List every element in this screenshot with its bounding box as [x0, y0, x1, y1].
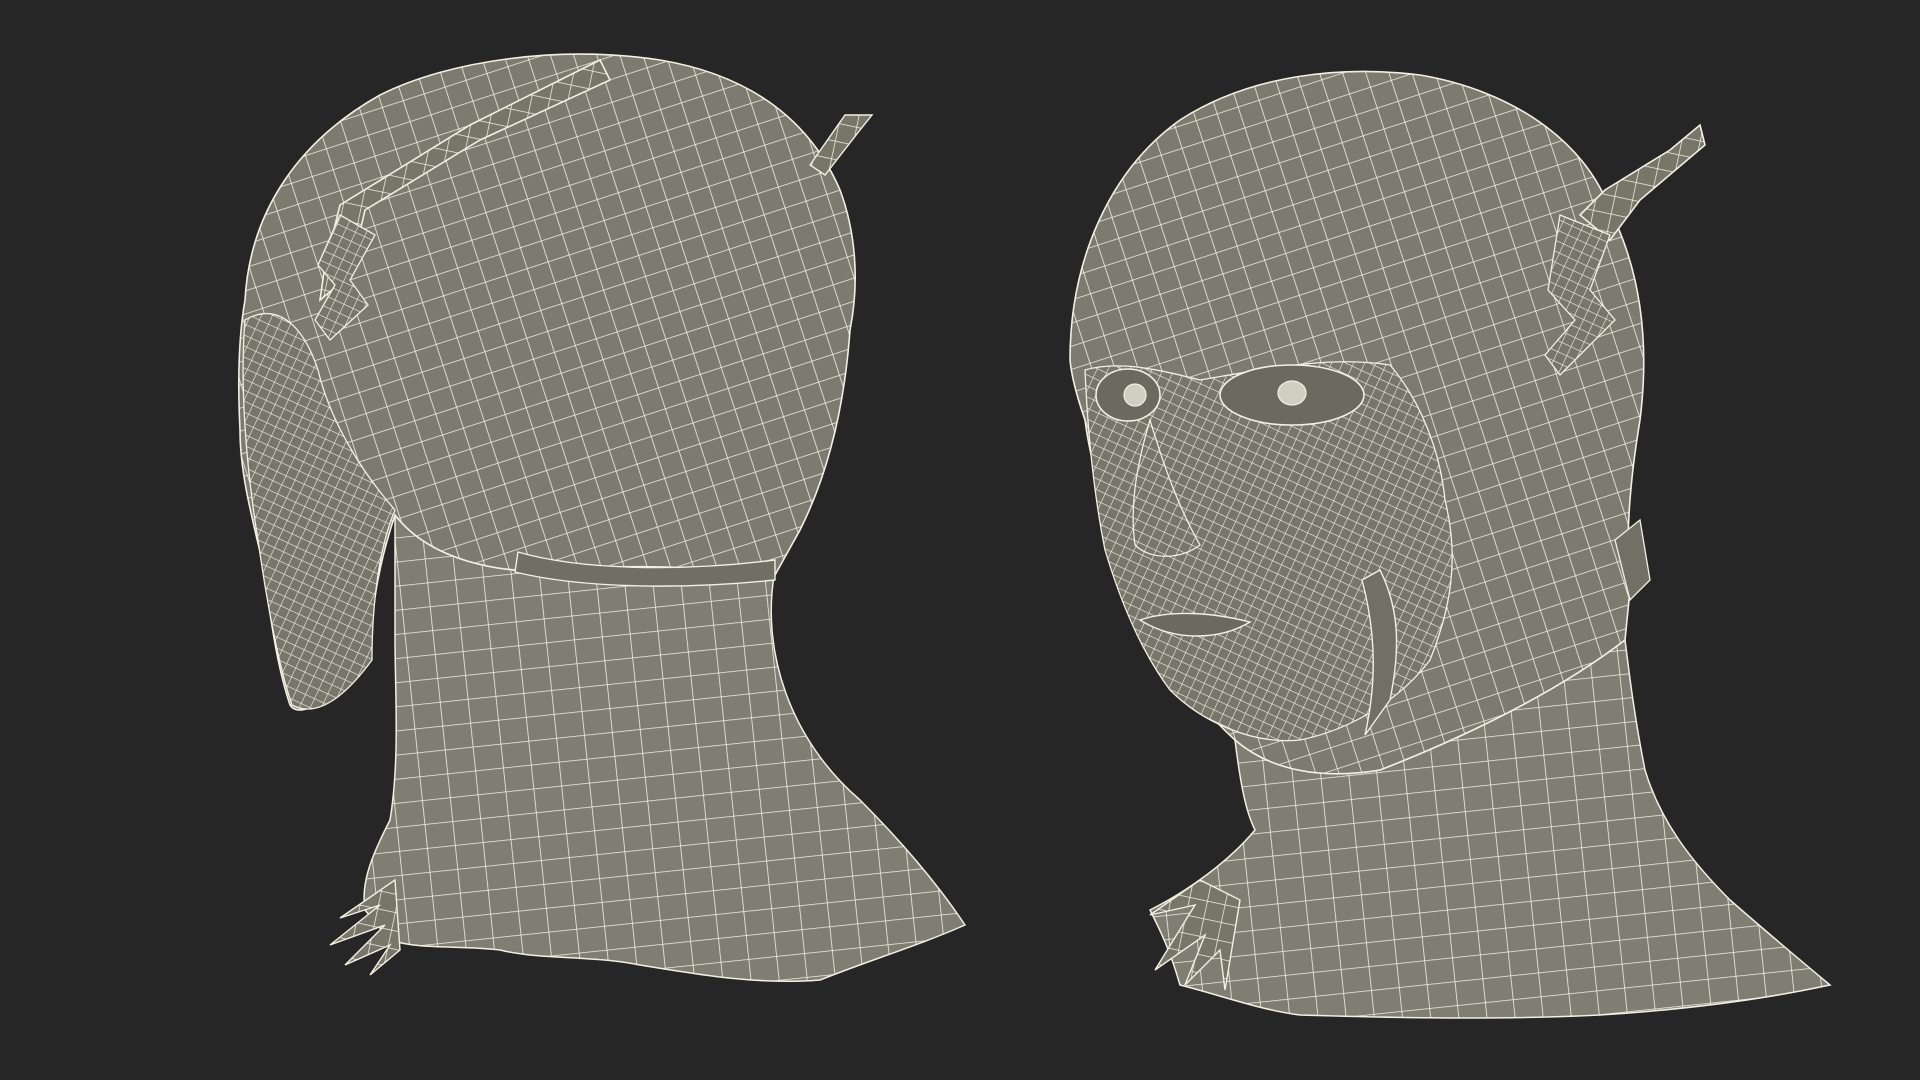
wireframe-head-front-view — [1069, 70, 1832, 1019]
front-right-eye — [1123, 383, 1147, 407]
render-viewport — [0, 0, 1920, 1080]
front-lightning-ear-fin — [1578, 123, 1706, 242]
wireframe-head-rear-view — [238, 53, 967, 983]
front-left-eye — [1277, 380, 1307, 406]
wireframe-render-canvas — [238, 53, 1832, 1019]
